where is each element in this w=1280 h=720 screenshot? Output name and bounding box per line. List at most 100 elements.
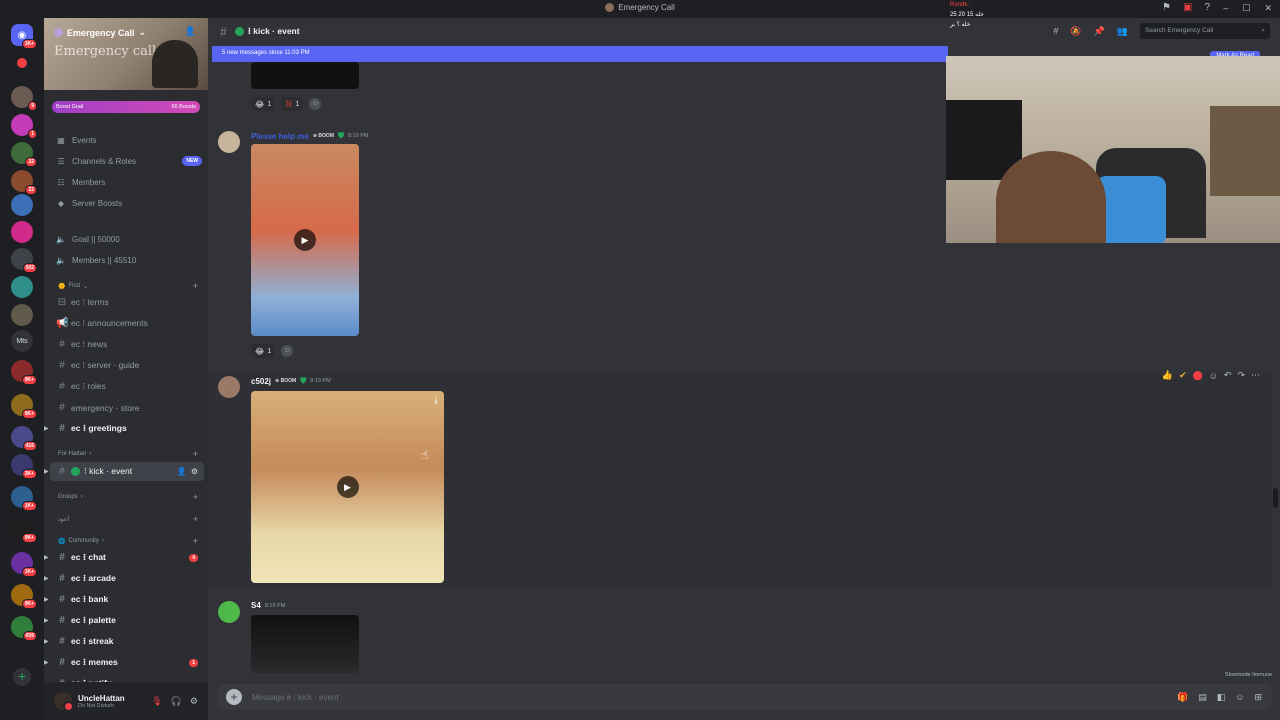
invite-icon[interactable]: 👤 <box>177 467 187 476</box>
reaction-chip[interactable]: 🇳 1 <box>281 97 304 111</box>
message-composer[interactable]: + Message # ⁝ kick · event 🎁 ▤ ◧ ☺ ⊞ <box>218 684 1272 710</box>
add-channel-icon[interactable]: + <box>193 492 198 502</box>
inbox-icon[interactable]: ⚑ <box>1162 2 1171 13</box>
category-for-hattan[interactable]: For Hattan › + <box>58 448 198 460</box>
channel-palette[interactable]: ▶ # ec ⁝ palette <box>44 611 204 630</box>
channel-greetings[interactable]: ▶ # ec ⁝ greetings <box>44 419 204 438</box>
server-icon[interactable]: 9K+ <box>11 360 37 385</box>
headset-muted-icon[interactable]: 🎧 <box>171 696 182 707</box>
gear-icon[interactable]: ⚙ <box>190 696 198 707</box>
check-icon[interactable]: ✔ <box>1179 370 1187 381</box>
server-icon[interactable]: 9 <box>11 86 37 111</box>
server-icon[interactable]: 9K+ <box>11 584 37 609</box>
category-groups[interactable]: Groups › + <box>58 491 198 503</box>
download-icon[interactable]: ⤓ <box>434 395 438 406</box>
search-input[interactable]: Search Emergency Call ⌕ <box>1140 23 1270 39</box>
more-icon[interactable]: ⋯ <box>1251 370 1260 381</box>
new-messages-bar[interactable]: 5 new messages since 11:03 PM <box>212 46 948 62</box>
category-first[interactable]: 🌞 First ⌄ + <box>58 280 198 292</box>
flag-icon[interactable]: ⬤ <box>1193 370 1203 381</box>
channel-news[interactable]: # ec ⁝ news <box>50 335 204 354</box>
server-name[interactable]: Emergency Call ⌄ <box>54 27 146 38</box>
server-banner[interactable]: Emergency Call ⌄ 👤 Emergency call <box>44 18 208 90</box>
add-channel-icon[interactable]: + <box>193 514 198 524</box>
bell-muted-icon[interactable]: 🔕 <box>1070 26 1081 37</box>
channel-streak[interactable]: ▶ # ec ⁝ streak <box>44 632 204 651</box>
channel-server-guide[interactable]: # ec ⁝ server · guide <box>50 356 204 375</box>
message-input[interactable]: Message # ⁝ kick · event <box>252 693 339 702</box>
thumbs-up-icon[interactable]: 👍 <box>1162 370 1173 381</box>
apps-icon[interactable]: ⊞ <box>1254 692 1262 703</box>
server-icon[interactable] <box>11 221 33 243</box>
reaction-chip[interactable]: 😂 1 <box>251 344 276 358</box>
nav-members[interactable]: ☷ Members <box>54 173 202 191</box>
category-arabic[interactable]: أعود + <box>58 513 198 525</box>
gif-icon[interactable]: ▤ <box>1198 692 1207 703</box>
sticker-icon[interactable]: ◧ <box>1217 692 1226 703</box>
channel-arcade[interactable]: ▶ # ec ⁝ arcade <box>44 569 204 588</box>
member-list-icon[interactable]: 👥 <box>1117 26 1128 37</box>
attach-plus-icon[interactable]: + <box>226 689 242 705</box>
forward-icon[interactable]: ↷ <box>1237 370 1245 381</box>
mic-muted-icon[interactable]: 🎙 <box>151 696 162 707</box>
video-attachment[interactable]: ▶ <box>251 144 359 336</box>
avatar[interactable] <box>218 131 240 153</box>
home-button[interactable]: ◉ 1K+ <box>11 24 37 49</box>
reply-icon[interactable]: ↶ <box>1224 370 1232 381</box>
channel-announcements[interactable]: 📢 ec ⁝ announcements <box>50 314 204 333</box>
pin-icon[interactable]: 📌 <box>1094 26 1105 37</box>
video-attachment[interactable]: ▶ ⤓ <box>251 391 444 583</box>
server-icon[interactable] <box>11 194 33 216</box>
nav-events[interactable]: ▦ Events <box>54 131 202 149</box>
close-icon[interactable]: ✕ <box>1264 3 1272 14</box>
channel-bank[interactable]: ▶ # ec ⁝ bank <box>44 590 204 609</box>
channel-chat[interactable]: ▶ # ec ⁝ chat 4 <box>44 548 204 567</box>
maximize-icon[interactable]: ☐ <box>1242 3 1250 14</box>
emoji-icon[interactable]: ☺ <box>1235 692 1244 703</box>
server-icon[interactable]: 22 <box>11 170 37 195</box>
minimize-icon[interactable]: – <box>1223 3 1228 14</box>
play-icon[interactable]: ▶ <box>294 229 316 251</box>
server-icon[interactable]: 1K+ <box>11 486 37 511</box>
threads-icon[interactable]: # <box>1053 26 1058 36</box>
channel-store[interactable]: # emergency · store <box>50 398 204 417</box>
server-icon[interactable]: 1 <box>11 114 37 139</box>
avatar[interactable] <box>54 692 74 712</box>
server-icon-unread[interactable] <box>17 58 27 68</box>
add-reaction-icon[interactable]: ☺ <box>281 345 294 357</box>
voice-channel-members[interactable]: 🔈 Members || 45510 <box>54 251 202 269</box>
add-reaction-icon[interactable]: ☺ <box>1209 371 1218 381</box>
channel-terms[interactable]: ⊟ ec ⁝ terms <box>50 293 204 312</box>
add-channel-icon[interactable]: + <box>193 536 198 546</box>
server-icon[interactable] <box>11 304 33 326</box>
add-reaction-icon[interactable]: ☺ <box>309 98 322 110</box>
channel-kick-event[interactable]: ▶ # ⁝ kick · event 👤 ⚙ <box>44 462 204 481</box>
gift-icon[interactable]: 🎁 <box>1177 692 1188 703</box>
nav-channels-roles[interactable]: ☰ Channels & Roles NEW <box>54 152 202 170</box>
message-author[interactable]: Please help me <box>251 132 309 141</box>
message-author[interactable]: c502j <box>251 377 271 386</box>
server-icon[interactable]: 9K+ <box>11 394 37 419</box>
category-community[interactable]: 🌐 Community › + <box>58 535 198 547</box>
server-icon[interactable]: 1K+ <box>11 552 37 577</box>
boost-goal-bar[interactable]: Boost Goal 66 Boosts <box>52 101 200 113</box>
server-icon[interactable]: 3K+ <box>11 454 37 479</box>
channel-memes[interactable]: ▶ # ec ⁝ memes 1 <box>44 653 204 672</box>
server-icon[interactable]: 416 <box>11 426 37 451</box>
play-icon[interactable]: ▶ <box>336 476 359 498</box>
nav-server-boosts[interactable]: ◆ Server Boosts <box>54 194 202 212</box>
reaction-chip[interactable]: 😂 1 <box>251 97 276 111</box>
voice-channel-goal[interactable]: 🔈 Goal || 50000 <box>54 230 202 248</box>
add-channel-icon[interactable]: + <box>193 281 198 291</box>
avatar[interactable] <box>218 601 240 623</box>
server-icon[interactable]: 22 <box>11 142 37 167</box>
add-server-button[interactable]: + <box>13 668 31 686</box>
video-attachment[interactable] <box>251 62 359 89</box>
server-icon[interactable]: 502 <box>11 248 37 273</box>
server-icon[interactable]: 9K+ <box>11 518 37 543</box>
server-icon[interactable] <box>11 276 33 298</box>
screen-share-icon[interactable]: ▣ <box>1183 2 1192 13</box>
help-icon[interactable]: ? <box>1204 2 1210 13</box>
invite-icon[interactable]: 👤 <box>185 26 196 37</box>
channel-roles[interactable]: # ec ⁝ roles <box>50 377 204 396</box>
